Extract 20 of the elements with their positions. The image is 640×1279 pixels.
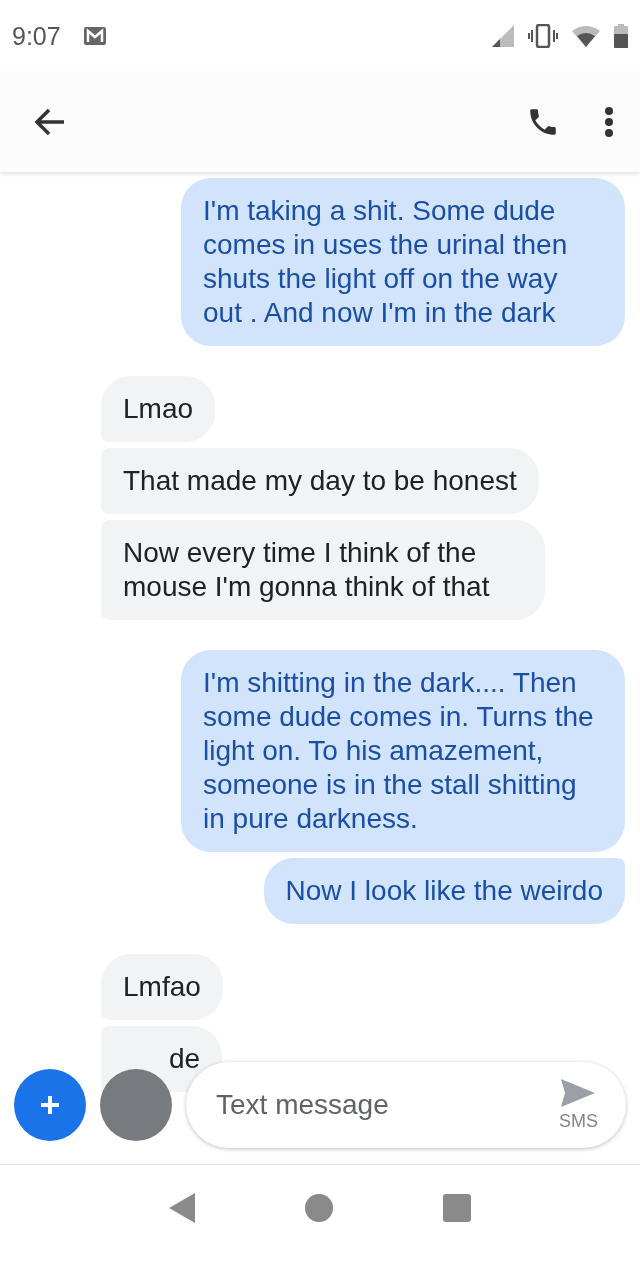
sent-message: Now I look like the weirdo	[263, 858, 625, 924]
recents-nav-icon[interactable]	[443, 1193, 471, 1222]
sent-message: I'm shitting in the dark.... Then some dude comes in. Turns the light on. To his amazement, someone is in the stall shitting in pure darkness.	[181, 650, 625, 852]
signal-icon	[492, 25, 514, 47]
mail-icon	[82, 26, 107, 46]
received-message: Lmfao	[101, 954, 223, 1020]
more-icon[interactable]	[604, 107, 614, 137]
home-nav-icon[interactable]	[305, 1193, 333, 1222]
send-button[interactable]: SMS	[559, 1078, 598, 1132]
received-message: That made my day to be honest	[101, 448, 539, 514]
received-message: Now every time I think of the mouse I'm gonna think of that	[101, 520, 545, 620]
received-message: Lmao	[101, 376, 216, 442]
back-icon[interactable]	[34, 108, 66, 136]
plus-icon	[38, 1093, 62, 1117]
battery-icon	[614, 24, 628, 48]
status-time: 9:07	[12, 21, 61, 51]
back-nav-icon[interactable]	[169, 1192, 195, 1223]
wifi-icon	[572, 25, 600, 47]
sent-message: I'm taking a shit. Some dude comes in uses the urinal then shuts the light off on the way out . And now I'm in the dark	[181, 178, 625, 346]
vibrate-icon	[528, 24, 558, 48]
